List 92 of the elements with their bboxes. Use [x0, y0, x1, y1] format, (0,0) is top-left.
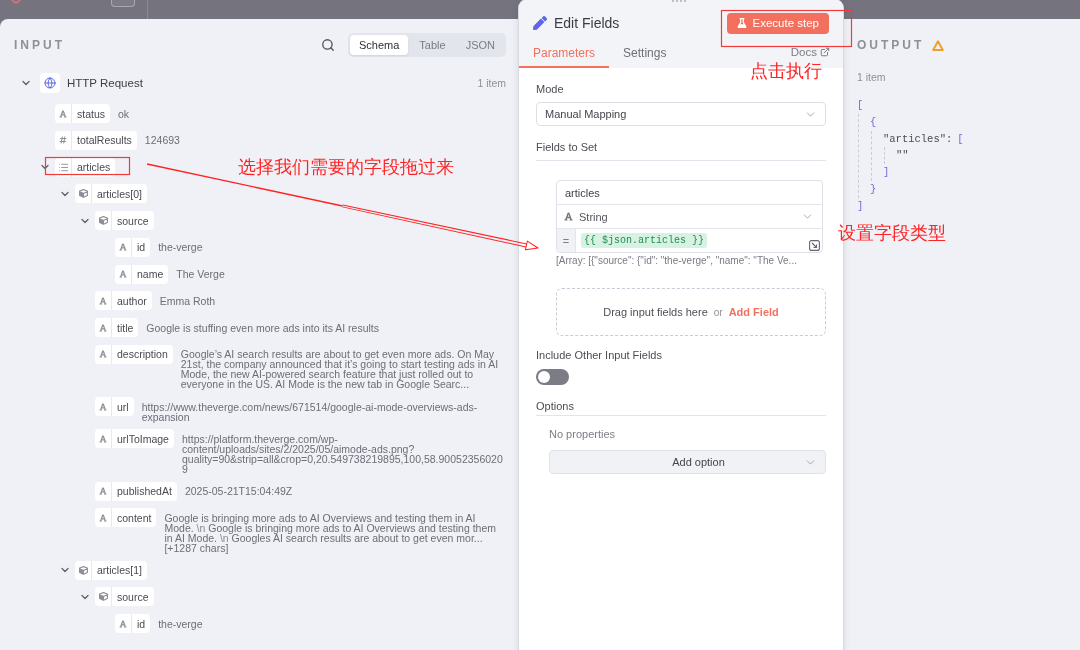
field-value: the-verge: [158, 240, 204, 253]
json-string: "": [896, 148, 909, 164]
cube-icon: [98, 216, 108, 225]
field-pill[interactable]: articles: [55, 157, 116, 177]
field-value: Google is stuffing even more ads into its AI results: [146, 320, 381, 333]
font-icon: [99, 434, 107, 443]
json-bracket: {: [870, 114, 877, 130]
expand-icon[interactable]: [809, 240, 820, 251]
annotation-text: 点击执行: [750, 61, 822, 80]
field-value: https://www.theverge.com/news/671514/google-ai-mode-overviews-ads-expansion: [141, 399, 479, 422]
panel-tab[interactable]: Settings: [609, 40, 681, 68]
json-bracket: [: [857, 98, 864, 113]
font-icon: [564, 212, 573, 221]
field-value: Emma Roth: [159, 293, 217, 306]
field-pill[interactable]: source: [95, 587, 154, 607]
annotation-text: 选择我们需要的字段拖过来: [238, 157, 454, 176]
field-pill[interactable]: totalResults: [55, 130, 137, 150]
field-pill[interactable]: description: [95, 344, 173, 364]
field-value: 2025-05-21T15:04:49Z: [184, 484, 294, 496]
view-tab[interactable]: JSON: [456, 35, 504, 55]
add-option-select[interactable]: Add option: [549, 450, 826, 474]
field-label: Mode: [536, 82, 565, 96]
search-icon[interactable]: [321, 38, 335, 52]
json-bracket: ]: [857, 198, 864, 214]
font-icon: [59, 109, 67, 118]
curve-icon: [11, 0, 21, 4]
font-icon: [99, 402, 107, 411]
field-pill[interactable]: url: [95, 397, 134, 416]
panel-title: INPUT: [14, 38, 66, 52]
separator-text: or: [713, 306, 723, 318]
value-input[interactable]: {{ $json.articles }}: [576, 229, 822, 252]
font-icon: [99, 323, 107, 332]
field-value: Google’s AI search results are about to get even more ads. On May 21st, the company announced that it’s going to start testing ads in AI Mode, the new AI-powered search feature that just rolled out to everyone in the US. AI Mode is the new tab in Google Searc...: [180, 347, 500, 390]
font-icon: [119, 270, 127, 278]
json-bracket: [: [957, 131, 964, 147]
external-link-icon: [820, 47, 830, 57]
item-count: 1 item: [477, 77, 506, 89]
cube-icon: [78, 565, 88, 575]
field-pill[interactable]: id: [115, 237, 151, 257]
field-pill[interactable]: status: [55, 104, 110, 123]
expression-token: {{ $json.articles }}: [581, 233, 708, 248]
font-icon: [99, 350, 107, 359]
field-pill[interactable]: id: [115, 614, 151, 633]
field-pill[interactable]: title: [95, 318, 139, 337]
field-value: https://platform.theverge.com/wp-content/uploads/sites/2/2025/05/aimode-ads.png?quality=90&strip=all&crop=0,20.549738219895,100,58.900523560209: [181, 431, 504, 474]
pencil-icon: [533, 16, 547, 30]
item-count: 1 item: [857, 70, 887, 84]
field-value: ok: [118, 106, 131, 119]
docs-link[interactable]: Docs: [790, 46, 830, 58]
toggle-switch[interactable]: [536, 369, 569, 385]
globe-icon: [40, 73, 60, 93]
type-select[interactable]: String: [557, 205, 822, 229]
drop-hint: Drag input fields here: [603, 306, 708, 318]
cube-icon: [78, 189, 88, 199]
panel-title: OUTPUT: [857, 38, 925, 52]
expression-prefix: =: [557, 229, 576, 252]
json-key: "articles":: [883, 130, 953, 148]
field-pill[interactable]: author: [95, 291, 152, 311]
field-label: Options: [536, 399, 575, 413]
field-value: 124693: [144, 133, 181, 146]
field-label: Include Other Input Fields: [536, 348, 663, 362]
field-label: Fields to Set: [536, 140, 599, 154]
field-pill[interactable]: content: [95, 508, 157, 528]
view-tab[interactable]: Schema: [350, 35, 409, 55]
field-pill[interactable]: publishedAt: [95, 481, 177, 501]
value-preview: [Array: [{"source": {"id": "the-verge", "name": "The Ve...: [556, 254, 798, 268]
name-input[interactable]: articles: [557, 181, 822, 205]
list-icon: [57, 161, 69, 173]
cube-icon: [98, 592, 108, 602]
field-pill[interactable]: name: [115, 264, 169, 284]
empty-text: No properties: [549, 427, 617, 441]
field-pill[interactable]: articles[1]: [75, 560, 147, 580]
json-bracket: }: [870, 182, 877, 197]
hashtag-icon: [59, 136, 67, 145]
node-name: HTTP Request: [67, 77, 143, 89]
annotation-text: 设置字段类型: [838, 223, 946, 242]
field-value: The Verge: [176, 267, 226, 279]
field-value: the-verge: [158, 616, 204, 629]
drag-handle-icon[interactable]: [672, 0, 686, 2]
font-icon: [99, 296, 107, 305]
field-pill[interactable]: articles[0]: [75, 184, 147, 204]
node-title: Edit Fields: [554, 15, 621, 31]
font-icon: [119, 619, 127, 628]
mode-select[interactable]: Manual Mapping: [536, 102, 826, 126]
font-icon: [99, 513, 107, 522]
json-bracket: ]: [883, 165, 890, 181]
field-value: Google is bringing more ads to AI Overviews and testing them in AI Mode. \n Google is bringing more ads to AI Overviews and testing them in AI Mode. \n Googles AI search results are about to get even mor... [+1287 chars]: [164, 510, 497, 553]
font-icon: [119, 243, 127, 252]
field-pill[interactable]: source: [95, 211, 154, 230]
flask-icon: [736, 18, 747, 28]
font-icon: [99, 487, 107, 495]
field-pill[interactable]: urlToImage: [95, 429, 174, 449]
